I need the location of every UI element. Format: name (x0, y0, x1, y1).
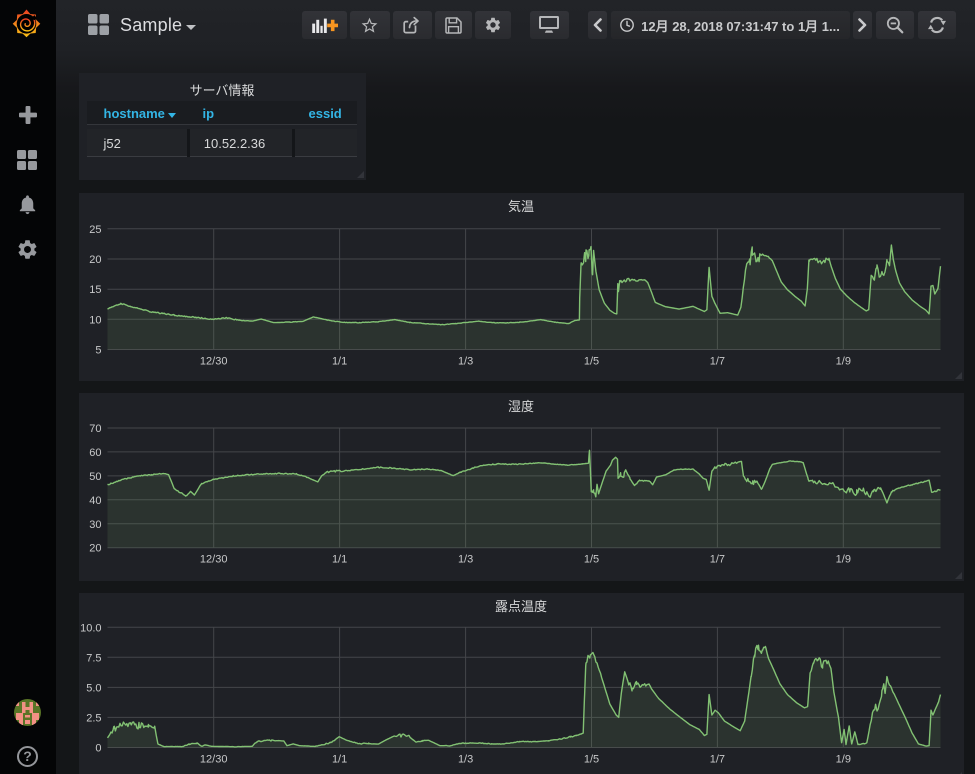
svg-text:12/30: 12/30 (199, 553, 227, 565)
svg-text:40: 40 (89, 494, 101, 506)
svg-text:5.0: 5.0 (86, 682, 101, 694)
svg-text:5: 5 (95, 344, 101, 356)
svg-text:1/7: 1/7 (709, 553, 724, 565)
svg-text:1/1: 1/1 (331, 553, 346, 565)
svg-text:2.5: 2.5 (86, 712, 101, 724)
svg-text:0: 0 (95, 742, 101, 754)
svg-text:1/1: 1/1 (331, 355, 346, 367)
svg-text:1/3: 1/3 (457, 553, 472, 565)
svg-text:気温: 気温 (507, 199, 533, 214)
svg-text:1/9: 1/9 (835, 355, 850, 367)
svg-text:7.5: 7.5 (86, 652, 101, 664)
svg-text:1/1: 1/1 (331, 753, 346, 765)
svg-text:1/5: 1/5 (583, 355, 598, 367)
svg-text:15: 15 (89, 284, 101, 296)
svg-text:60: 60 (89, 447, 101, 459)
svg-text:露点温度: 露点温度 (494, 599, 546, 614)
svg-text:1/3: 1/3 (457, 355, 472, 367)
svg-text:1/9: 1/9 (835, 553, 850, 565)
svg-text:20: 20 (89, 542, 101, 554)
svg-text:50: 50 (89, 471, 101, 483)
svg-text:12/30: 12/30 (199, 753, 227, 765)
svg-text:20: 20 (89, 254, 101, 266)
svg-text:30: 30 (89, 518, 101, 530)
svg-text:1/5: 1/5 (583, 553, 598, 565)
svg-text:1/7: 1/7 (709, 753, 724, 765)
svg-text:1/5: 1/5 (583, 753, 598, 765)
svg-text:10.0: 10.0 (80, 622, 101, 634)
svg-text:1/7: 1/7 (709, 355, 724, 367)
svg-text:10: 10 (89, 314, 101, 326)
svg-text:湿度: 湿度 (507, 399, 533, 414)
svg-text:1/3: 1/3 (457, 753, 472, 765)
svg-text:1/9: 1/9 (835, 753, 850, 765)
svg-text:12/30: 12/30 (199, 355, 227, 367)
svg-text:25: 25 (89, 223, 101, 235)
svg-text:70: 70 (89, 423, 101, 435)
